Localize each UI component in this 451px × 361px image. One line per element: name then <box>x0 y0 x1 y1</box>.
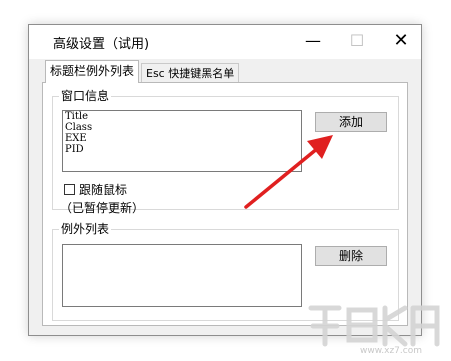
follow-mouse-label: 跟随鼠标 <box>79 183 128 197</box>
paused-status-text: （已暂停更新） <box>60 201 145 215</box>
window-info-box: Title Class EXE PID <box>62 110 302 172</box>
tab-esc-blacklist[interactable]: Esc 快捷键黑名单 <box>141 63 240 83</box>
watermark-url: www.xz7.com <box>360 346 422 356</box>
tab-panel: 窗口信息 Title Class EXE PID 添加 跟随鼠标 （已暂停更新）… <box>42 82 408 326</box>
window-title: 高级设置（试用) <box>53 37 150 52</box>
follow-mouse-checkbox[interactable] <box>64 184 75 195</box>
tab-title-bar-exceptions[interactable]: 标题栏例外列表 <box>45 60 140 83</box>
minimize-button[interactable]: — <box>291 25 335 59</box>
settings-window: 高级设置（试用) — ☐ ✕ 标题栏例外列表 Esc 快捷键黑名单 窗口信息 T… <box>28 24 422 336</box>
add-button[interactable]: 添加 <box>315 112 387 132</box>
exception-list-label: 例外列表 <box>59 222 112 236</box>
maximize-button[interactable]: ☐ <box>335 25 379 59</box>
info-line-class: Class <box>65 122 93 133</box>
exception-listbox[interactable] <box>62 244 302 307</box>
close-button[interactable]: ✕ <box>379 25 423 59</box>
info-line-pid: PID <box>65 144 84 155</box>
window-info-group: 窗口信息 Title Class EXE PID 添加 跟随鼠标 （已暂停更新） <box>52 89 399 215</box>
title-bar: 高级设置（试用) — ☐ ✕ <box>29 25 421 59</box>
delete-button[interactable]: 删除 <box>315 246 387 266</box>
info-line-title: Title <box>65 111 89 122</box>
info-line-exe: EXE <box>65 133 87 144</box>
window-info-label: 窗口信息 <box>59 89 112 103</box>
